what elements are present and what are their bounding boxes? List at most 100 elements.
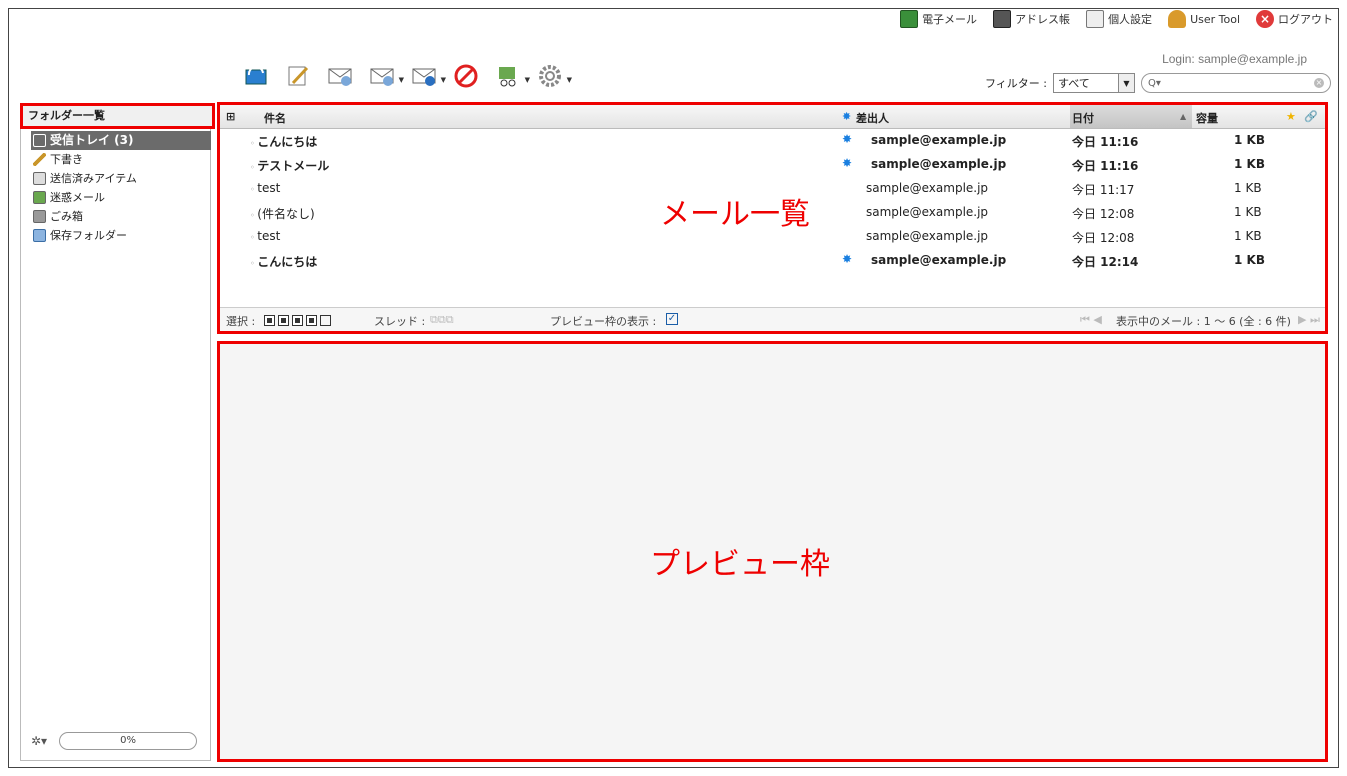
mail-date: 今日 11:16 (1072, 159, 1139, 173)
filter-select[interactable]: すべて ▼ (1053, 73, 1135, 93)
select-invert-icon[interactable] (306, 314, 317, 326)
flag-column-icon: ✸ (842, 110, 852, 123)
search-icon: Q▾ (1148, 77, 1161, 89)
folder-settings-button[interactable]: ✲▾ (31, 734, 47, 748)
preview-label: プレビュー枠の表示 : (550, 315, 657, 328)
folder-drafts[interactable]: 下書き (31, 150, 211, 169)
forward-button[interactable]: ▼ (410, 62, 446, 90)
mail-from: sample@example.jp (866, 229, 989, 243)
compose-button[interactable] (284, 62, 312, 90)
select-page-icon[interactable] (278, 314, 289, 326)
mail-count: 表示中のメール : 1 〜 6 (全 : 6 件) (1116, 315, 1291, 328)
folder-pane-footer: ✲▾ 0% (31, 730, 211, 752)
mail-subject: (件名なし) (250, 205, 314, 222)
inbox-icon (33, 134, 46, 147)
settings-icon (1086, 10, 1105, 28)
mail-size: 1 KB (1234, 205, 1262, 219)
mail-row[interactable]: こんにちは ✸ sample@example.jp 今日 11:16 1 KB (220, 129, 1325, 153)
spam-icon (499, 67, 516, 87)
folder-spam[interactable]: 迷惑メール (31, 188, 211, 207)
search-input[interactable]: Q▾ × (1141, 73, 1331, 93)
clear-icon[interactable]: × (1314, 78, 1324, 88)
spam-button[interactable]: ▼ (494, 62, 530, 90)
mail-date: 今日 11:16 (1072, 135, 1139, 149)
nav-email[interactable]: 電子メール (900, 10, 977, 28)
column-size[interactable]: 容量 (1196, 110, 1218, 126)
mail-row[interactable]: こんにちは ✸ sample@example.jp 今日 12:14 1 KB (220, 249, 1325, 273)
mail-row[interactable]: テストメール ✸ sample@example.jp 今日 11:16 1 KB (220, 153, 1325, 177)
preview-annotation: プレビュー枠 (650, 547, 830, 582)
nav-logout[interactable]: × ログアウト (1256, 10, 1333, 28)
folder-label: 下書き (50, 153, 83, 166)
gear-icon (539, 65, 561, 87)
compose-icon (288, 66, 309, 86)
column-date[interactable]: 日付 (1070, 105, 1192, 128)
refresh-mail-icon (245, 65, 267, 85)
sent-icon (33, 172, 46, 185)
mail-size: 1 KB (1234, 253, 1265, 267)
filter-bar: フィルター : すべて ▼ Q▾ × (985, 73, 1331, 93)
chevron-down-icon: ▼ (524, 76, 530, 84)
login-info: Login: sample@example.jp (1162, 52, 1307, 66)
select-all-icon[interactable] (264, 314, 275, 326)
user-icon (1168, 10, 1187, 28)
select-label: 選択 : (226, 315, 256, 328)
select-unread-icon[interactable] (292, 314, 303, 326)
mail-subject: test (250, 181, 280, 195)
mail-list-annotation: メール一覧 (660, 197, 810, 232)
mail-list: ⊞ 件名 ✸ 差出人 日付 ▲ 容量 ★ 🔗 こんにちは ✸ sample@ex… (217, 102, 1328, 334)
nav-user-tool[interactable]: User Tool (1168, 10, 1240, 28)
unread-icon: ✸ (842, 252, 853, 266)
spam-icon (33, 191, 46, 204)
mail-date: 今日 11:17 (1072, 183, 1135, 197)
folder-label: 送信済みアイテム (50, 172, 137, 185)
forward-icon (412, 68, 436, 86)
thread-controls-icon[interactable]: ⧉⧉⧉ (430, 313, 454, 327)
star-icon[interactable]: ★ (1286, 110, 1296, 123)
mail-icon (900, 10, 919, 28)
quota-bar: 0% (59, 732, 198, 750)
filter-label: フィルター : (985, 77, 1047, 90)
reply-button[interactable] (326, 62, 354, 90)
mail-from: sample@example.jp (871, 253, 1007, 267)
mail-list-header: ⊞ 件名 ✸ 差出人 日付 ▲ 容量 ★ 🔗 (220, 105, 1325, 129)
mail-date: 今日 12:08 (1072, 231, 1135, 245)
folder-inbox[interactable]: 受信トレイ (3) (31, 131, 211, 150)
folder-list: 受信トレイ (3) 下書き 送信済みアイテム 迷惑メール ごみ箱 保存フォルダー (31, 131, 211, 245)
nav-logout-label: ログアウト (1278, 13, 1333, 26)
folder-label: 迷惑メール (50, 191, 105, 204)
mail-from: sample@example.jp (871, 133, 1007, 147)
folder-label: 受信トレイ (3) (50, 133, 134, 147)
reply-all-button[interactable]: ▼ (368, 62, 404, 90)
first-page-icon[interactable]: ⏮ ◀ (1080, 313, 1102, 327)
column-from[interactable]: 差出人 (856, 110, 889, 126)
select-none-icon[interactable] (320, 314, 331, 326)
mail-list-footer: 選択 : スレッド : ⧉⧉⧉ プレビュー枠の表示 : ✓ ⏮ ◀ 表示中のメー… (220, 307, 1325, 331)
folder-sent[interactable]: 送信済みアイテム (31, 169, 211, 188)
check-mail-button[interactable] (242, 62, 270, 90)
column-subject[interactable]: 件名 (264, 110, 286, 126)
mail-date: 今日 12:08 (1072, 207, 1135, 221)
attachment-icon: 🔗 (1304, 110, 1318, 123)
delete-icon (454, 64, 478, 88)
preview-pane: プレビュー枠 (217, 341, 1328, 762)
delete-button[interactable] (452, 62, 480, 90)
preview-checkbox[interactable]: ✓ (666, 313, 678, 325)
nav-email-label: 電子メール (922, 13, 978, 26)
unread-icon: ✸ (842, 132, 853, 146)
mail-subject: こんにちは (250, 133, 317, 150)
nav-settings[interactable]: 個人設定 (1086, 10, 1152, 28)
folder-archive[interactable]: 保存フォルダー (31, 226, 211, 245)
thread-toggle-icon[interactable]: ⊞ (226, 110, 235, 123)
mail-from: sample@example.jp (866, 205, 989, 219)
last-page-icon[interactable]: ▶ ⏭ (1298, 313, 1320, 327)
nav-address-book[interactable]: アドレス帳 (993, 10, 1070, 28)
folder-label: ごみ箱 (50, 210, 83, 223)
folder-trash[interactable]: ごみ箱 (31, 207, 211, 226)
select-controls (264, 313, 334, 326)
top-navigation: 電子メール アドレス帳 個人設定 User Tool × ログアウト (900, 10, 1333, 28)
chevron-down-icon: ▼ (566, 76, 572, 84)
chevron-down-icon: ▼ (1118, 74, 1134, 92)
toolbar-settings-button[interactable]: ▼ (536, 62, 572, 90)
folder-icon (33, 229, 46, 242)
